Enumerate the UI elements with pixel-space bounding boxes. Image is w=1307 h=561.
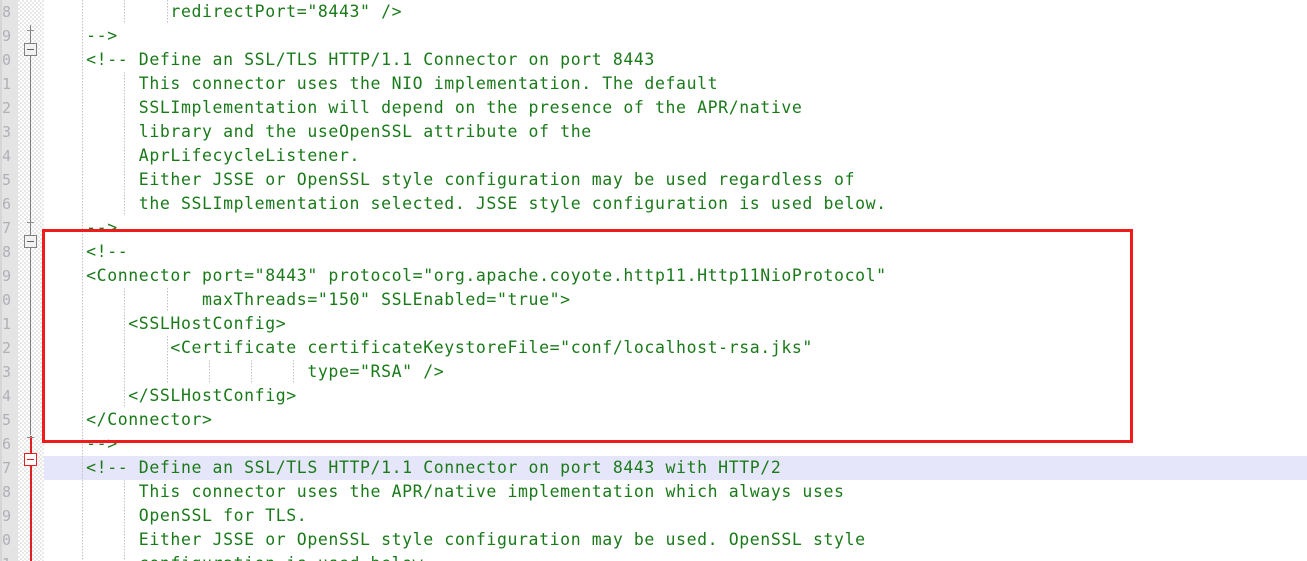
code-line[interactable]: This connector uses the APR/native imple… [44, 480, 1307, 504]
code-line-text: AprLifecycleListener. [44, 146, 361, 165]
code-line-text: maxThreads="150" SSLEnabled="true"> [44, 290, 571, 309]
code-line[interactable]: --> [44, 24, 1307, 48]
code-line-text: configuration is used below. [44, 554, 434, 561]
code-line[interactable]: Either JSSE or OpenSSL style configurati… [44, 168, 1307, 192]
fold-toggle-comment-block-1[interactable] [24, 43, 37, 56]
code-line-text: SSLImplementation will depend on the pre… [44, 98, 803, 117]
code-line[interactable]: SSLImplementation will depend on the pre… [44, 96, 1307, 120]
code-line-text: --> [44, 26, 118, 45]
code-line[interactable]: library and the useOpenSSL attribute of … [44, 120, 1307, 144]
code-line-text: </SSLHostConfig> [44, 386, 297, 405]
code-line-text: <SSLHostConfig> [44, 314, 287, 333]
code-line[interactable]: --> [44, 216, 1307, 240]
code-line-text: <Certificate certificateKeystoreFile="co… [44, 338, 813, 357]
code-line-text: redirectPort="8443" /> [44, 2, 403, 21]
code-line[interactable]: redirectPort="8443" /> [44, 0, 1307, 24]
code-text-area[interactable]: redirectPort="8443" /> --> <!-- Define a… [44, 0, 1307, 561]
code-line[interactable]: the SSLImplementation selected. JSSE sty… [44, 192, 1307, 216]
gutter-edge-strip [0, 0, 2, 561]
code-line[interactable]: configuration is used below. [44, 552, 1307, 561]
code-line[interactable]: <Certificate certificateKeystoreFile="co… [44, 336, 1307, 360]
code-line-text: type="RSA" /> [44, 362, 445, 381]
fold-tick [27, 30, 34, 31]
code-line-text: --> [44, 218, 118, 237]
code-line-text: </Connector> [44, 410, 213, 429]
code-line[interactable]: </Connector> [44, 408, 1307, 432]
code-folding-column[interactable] [18, 0, 44, 561]
fold-toggle-connector-block[interactable] [24, 235, 37, 248]
code-line-text: This connector uses the APR/native imple… [44, 482, 845, 501]
fold-tick [27, 437, 34, 438]
code-line[interactable]: OpenSSL for TLS. [44, 504, 1307, 528]
code-line[interactable]: --> [44, 432, 1307, 456]
code-line[interactable]: <!-- Define an SSL/TLS HTTP/1.1 Connecto… [44, 48, 1307, 72]
fold-guide-line [30, 25, 31, 435]
code-line[interactable]: type="RSA" /> [44, 360, 1307, 384]
code-line[interactable]: <!-- [44, 240, 1307, 264]
code-line[interactable]: <!-- Define an SSL/TLS HTTP/1.1 Connecto… [44, 456, 1307, 480]
code-line-text: Either JSSE or OpenSSL style configurati… [44, 530, 866, 549]
fold-tick [27, 222, 34, 223]
code-line-text: This connector uses the NIO implementati… [44, 74, 719, 93]
line-number-column: 890123456789012345678901 [0, 0, 18, 561]
code-editor-window: 890123456789012345678901 redirectPort="8… [0, 0, 1307, 561]
fold-toggle-http2-block[interactable] [24, 453, 37, 466]
code-line-text: Either JSSE or OpenSSL style configurati… [44, 170, 856, 189]
code-line[interactable]: <Connector port="8443" protocol="org.apa… [44, 264, 1307, 288]
code-line[interactable]: <SSLHostConfig> [44, 312, 1307, 336]
code-line[interactable]: </SSLHostConfig> [44, 384, 1307, 408]
code-line[interactable]: maxThreads="150" SSLEnabled="true"> [44, 288, 1307, 312]
code-line[interactable]: This connector uses the NIO implementati… [44, 72, 1307, 96]
code-line-text: <!-- Define an SSL/TLS HTTP/1.1 Connecto… [44, 50, 655, 69]
code-line-text: the SSLImplementation selected. JSSE sty… [44, 194, 887, 213]
code-line-text: <!-- [44, 242, 129, 261]
code-line-text: <Connector port="8443" protocol="org.apa… [44, 266, 887, 285]
code-line[interactable]: AprLifecycleListener. [44, 144, 1307, 168]
code-line-text: OpenSSL for TLS. [44, 506, 308, 525]
code-line-text: --> [44, 434, 118, 453]
code-line[interactable]: Either JSSE or OpenSSL style configurati… [44, 528, 1307, 552]
code-line-text: <!-- Define an SSL/TLS HTTP/1.1 Connecto… [44, 458, 782, 477]
code-line-text: library and the useOpenSSL attribute of … [44, 122, 592, 141]
